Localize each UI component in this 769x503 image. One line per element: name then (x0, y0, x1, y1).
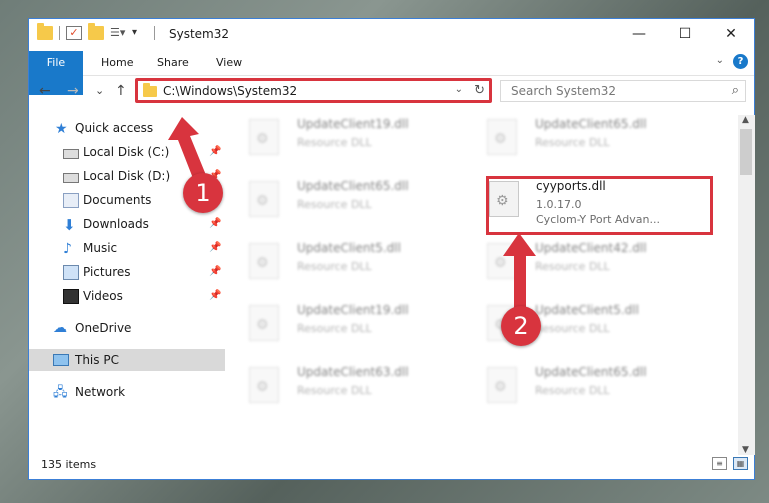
annotation-arrow-1 (168, 117, 536, 322)
step-badge-2: 2 (501, 306, 541, 346)
step-badge-1: 1 (183, 173, 223, 213)
